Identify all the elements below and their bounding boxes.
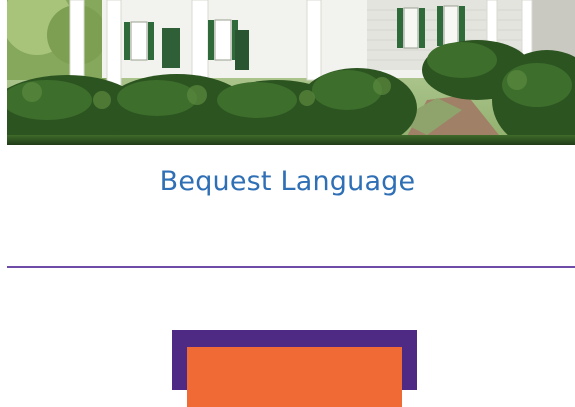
promo-banner-inner (187, 347, 402, 407)
page-title: Bequest Language (159, 166, 416, 197)
hero-image (7, 0, 575, 145)
section-divider (7, 266, 575, 268)
promo-banner[interactable] (172, 330, 417, 407)
